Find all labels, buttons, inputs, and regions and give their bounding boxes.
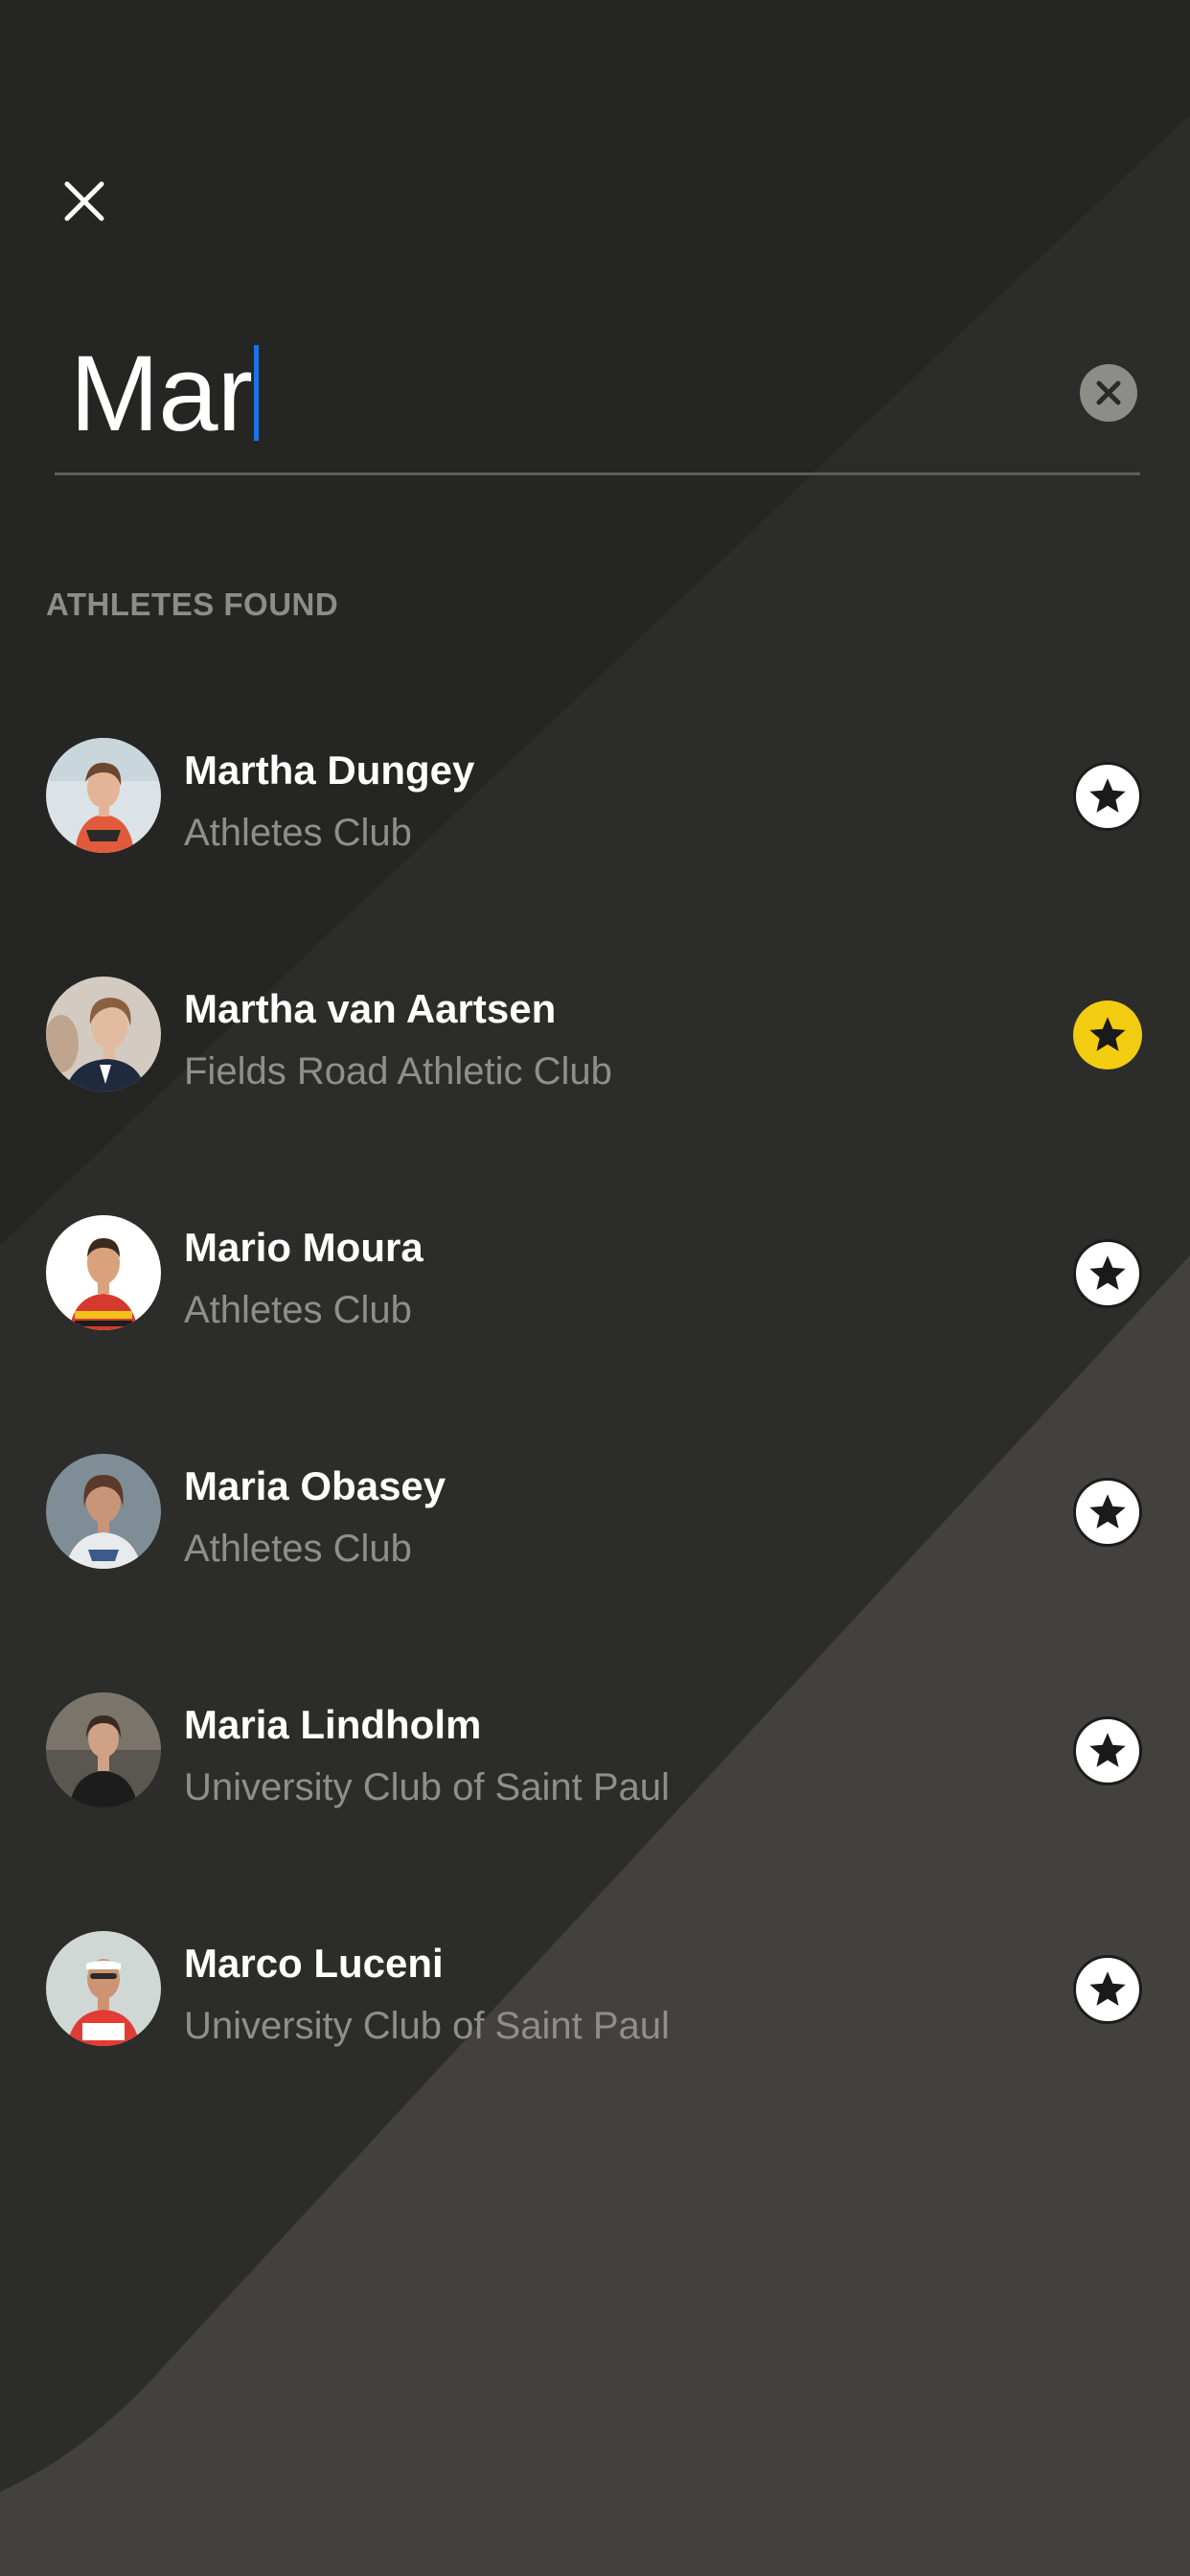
- close-icon: [64, 181, 104, 221]
- athlete-list: Martha Dungey Athletes Club Martha van A…: [0, 728, 1190, 2160]
- athlete-row[interactable]: Martha Dungey Athletes Club: [0, 728, 1190, 967]
- athlete-name: Mario Moura: [184, 1225, 423, 1270]
- athlete-row[interactable]: Mario Moura Athletes Club: [0, 1206, 1190, 1444]
- favorite-button[interactable]: [1073, 1478, 1142, 1547]
- athlete-name: Maria Obasey: [184, 1463, 446, 1508]
- athlete-avatar: [46, 1931, 161, 2046]
- star-icon: [1089, 1733, 1126, 1767]
- athlete-row[interactable]: Marco Luceni University Club of Saint Pa…: [0, 1921, 1190, 2160]
- athlete-avatar: [46, 738, 161, 853]
- favorite-button[interactable]: [1073, 1000, 1142, 1070]
- search-query: Mar: [70, 333, 253, 453]
- favorite-button[interactable]: [1073, 1955, 1142, 2024]
- search-input[interactable]: Mar: [70, 326, 259, 460]
- star-icon: [1089, 1971, 1126, 2006]
- athlete-avatar: [46, 977, 161, 1092]
- results-header: ATHLETES FOUND: [46, 586, 339, 622]
- athlete-club: Fields Road Athletic Club: [184, 1050, 612, 1092]
- clear-search-button[interactable]: [1080, 364, 1137, 422]
- search-field[interactable]: Mar: [55, 326, 1140, 475]
- star-icon: [1089, 1494, 1126, 1529]
- athlete-avatar: [46, 1454, 161, 1569]
- athlete-club: Athletes Club: [184, 1289, 412, 1331]
- athlete-row[interactable]: Maria Lindholm University Club of Saint …: [0, 1683, 1190, 1921]
- text-cursor: [253, 345, 259, 441]
- athlete-club: Athletes Club: [184, 812, 412, 854]
- close-button[interactable]: [56, 172, 113, 230]
- athlete-avatar: [46, 1215, 161, 1330]
- athlete-name: Maria Lindholm: [184, 1702, 482, 1747]
- favorite-button[interactable]: [1073, 1239, 1142, 1308]
- favorite-button[interactable]: [1073, 1716, 1142, 1785]
- star-icon: [1089, 778, 1126, 813]
- athlete-club: Athletes Club: [184, 1528, 412, 1570]
- athlete-avatar: [46, 1692, 161, 1807]
- athlete-row[interactable]: Martha van Aartsen Fields Road Athletic …: [0, 967, 1190, 1206]
- star-icon: [1089, 1255, 1126, 1290]
- athlete-row[interactable]: Maria Obasey Athletes Club: [0, 1444, 1190, 1683]
- athlete-name: Martha Dungey: [184, 748, 475, 793]
- star-icon: [1089, 1017, 1126, 1051]
- athlete-name: Martha van Aartsen: [184, 986, 557, 1031]
- athlete-name: Marco Luceni: [184, 1941, 444, 1986]
- athlete-club: University Club of Saint Paul: [184, 1766, 670, 1808]
- clear-icon: [1096, 380, 1121, 405]
- favorite-button[interactable]: [1073, 762, 1142, 831]
- athlete-club: University Club of Saint Paul: [184, 2005, 670, 2047]
